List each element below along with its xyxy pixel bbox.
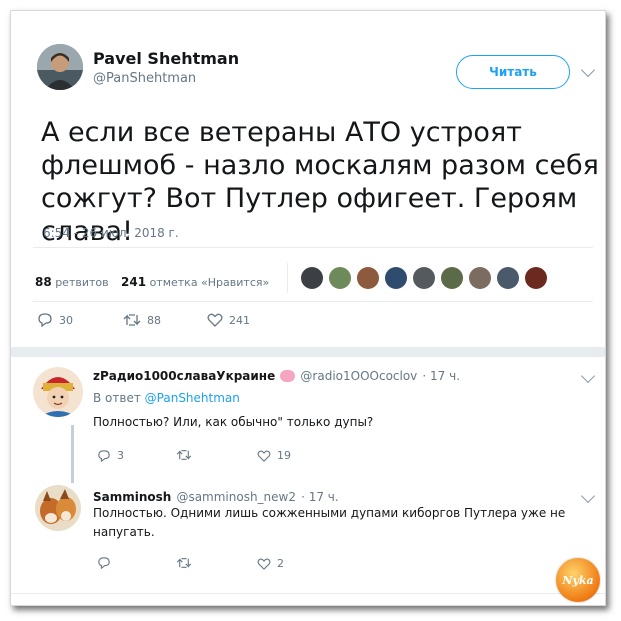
retweet-icon — [176, 450, 192, 460]
reply-avatar[interactable] — [33, 367, 83, 417]
tweet-card: Pavel Shehtman @PanShehtman Читать А есл… — [10, 10, 606, 606]
retweet-action[interactable] — [176, 449, 198, 461]
reply-time[interactable]: · 17 ч. — [301, 490, 339, 504]
reply-icon — [98, 449, 110, 462]
likes-stat[interactable]: 241 отметка «Нравится» — [121, 275, 269, 289]
retweet-action[interactable] — [176, 557, 198, 569]
author-handle[interactable]: @PanShehtman — [93, 71, 196, 86]
reply-author-name[interactable]: Samminosh — [93, 490, 171, 504]
reply-text: Полностью? Или, как обычно" только дупы? — [93, 415, 374, 429]
reply-to: В ответ @PanShehtman — [93, 391, 240, 405]
author-name[interactable]: Pavel Shehtman — [93, 49, 239, 68]
divider — [11, 593, 605, 594]
reply-to-handle[interactable]: @PanShehtman — [145, 391, 240, 405]
reply-action[interactable]: 30 — [37, 313, 73, 327]
like-icon — [257, 450, 271, 462]
section-separator — [11, 347, 605, 357]
reply-icon — [38, 313, 52, 327]
follow-button[interactable]: Читать — [456, 55, 570, 89]
reply-count: 3 — [117, 449, 124, 462]
reply-count: 30 — [59, 313, 73, 327]
liker-avatar[interactable] — [301, 267, 323, 289]
watermark-logo: Nyka — [556, 558, 600, 602]
reply-action[interactable] — [97, 557, 117, 569]
liker-avatar[interactable] — [441, 267, 463, 289]
chevron-down-icon[interactable] — [580, 488, 596, 504]
retweet-count: 88 — [147, 313, 161, 327]
liker-avatar[interactable] — [497, 267, 519, 289]
retweet-action[interactable]: 88 — [123, 313, 161, 327]
like-icon — [207, 313, 223, 327]
retweets-count: 88 — [35, 275, 52, 289]
like-count: 2 — [277, 557, 284, 570]
author-avatar[interactable] — [37, 44, 83, 90]
like-icon — [257, 558, 271, 570]
reply-icon — [98, 557, 110, 569]
like-action[interactable]: 241 — [207, 313, 250, 327]
retweet-icon — [123, 314, 141, 326]
reply-author-handle[interactable]: @samminosh_new2 — [176, 490, 296, 504]
divider — [33, 247, 593, 248]
stat-separator — [287, 263, 288, 293]
like-action[interactable]: 19 — [257, 449, 291, 462]
tweet-date[interactable]: 6:54 - 26 июл. 2018 г. — [43, 226, 179, 240]
reply-to-prefix: В ответ — [93, 391, 141, 405]
like-count: 241 — [229, 313, 250, 327]
like-action[interactable]: 2 — [257, 557, 284, 570]
liker-avatar[interactable] — [357, 267, 379, 289]
like-count: 19 — [277, 449, 291, 462]
watermark-text: Nyka — [562, 573, 594, 587]
liker-avatar[interactable] — [469, 267, 491, 289]
chevron-down-icon[interactable] — [580, 62, 596, 78]
liker-avatar[interactable] — [525, 267, 547, 289]
chevron-down-icon[interactable] — [580, 368, 596, 384]
liker-avatar[interactable] — [385, 267, 407, 289]
retweets-label: ретвитов — [55, 276, 109, 289]
retweet-icon — [176, 558, 192, 568]
reply-header: zРадио1000славаУкраине @radio1OOOcoclov … — [93, 365, 460, 384]
reply-header: Samminosh @samminosh_new2 · 17 ч. — [93, 486, 339, 505]
reply-author-handle[interactable]: @radio1OOOcoclov — [300, 369, 417, 383]
likes-count: 241 — [121, 275, 147, 289]
reply-avatar[interactable] — [35, 485, 81, 531]
reply-author-name[interactable]: zРадио1000славаУкраине — [93, 369, 275, 383]
likes-label: отметка «Нравится» — [149, 276, 270, 289]
thread-line — [71, 425, 74, 483]
liker-avatar[interactable] — [413, 267, 435, 289]
retweets-stat[interactable]: 88 ретвитов — [35, 275, 109, 289]
reply-text: Полностью. Одними лишь сожженными дупами… — [93, 506, 566, 539]
reply-action[interactable]: 3 — [97, 449, 124, 462]
pig-emoji-icon — [280, 369, 296, 382]
divider — [33, 301, 593, 302]
liker-avatar[interactable] — [329, 267, 351, 289]
reply-time[interactable]: · 17 ч. — [422, 369, 460, 383]
